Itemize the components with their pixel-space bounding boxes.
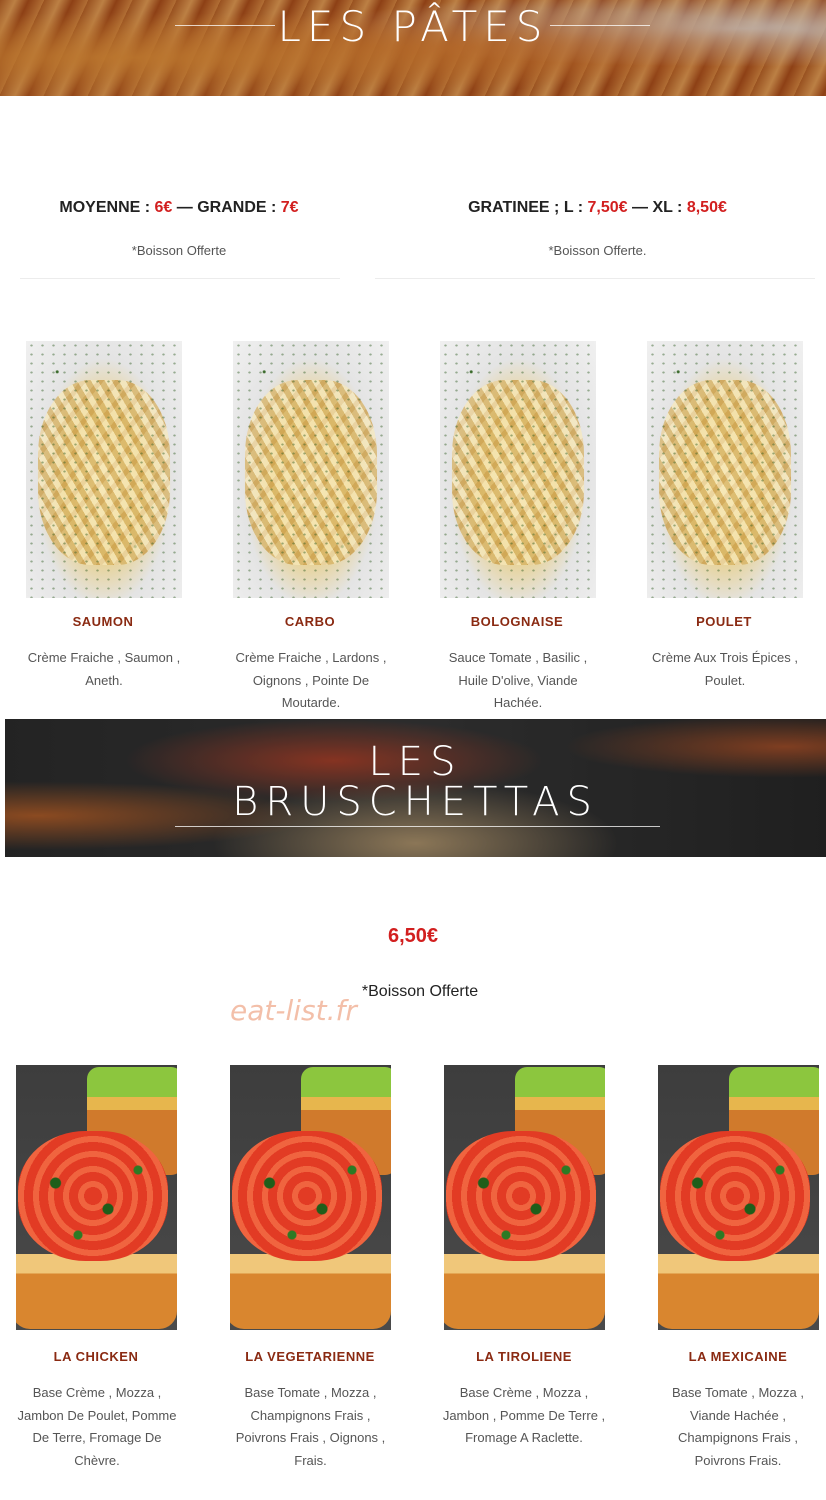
- dish-desc: Crème Aux Trois Épices , Poulet.: [652, 650, 798, 688]
- bruschetta-photo-chicken: [16, 1065, 177, 1330]
- pasta-photo-bolognaise: [440, 341, 596, 598]
- pates-banner: LES PÂTES: [0, 0, 826, 96]
- dish-desc: Base Crème , Mozza , Jambon , Pomme De T…: [442, 1385, 606, 1445]
- l-price: 7,50€: [587, 199, 628, 216]
- pates-title: LES PÂTES: [277, 2, 549, 51]
- dish-desc: Crème Fraiche , Lardons , Oignons , Poin…: [235, 650, 387, 710]
- divider: [375, 278, 815, 279]
- dish-name: POULET: [696, 614, 752, 629]
- pasta-photo-saumon: [26, 341, 182, 598]
- bruschetta-photo-vegetarienne: [230, 1065, 391, 1330]
- dish-name: LA CHICKEN: [53, 1349, 139, 1364]
- bruschettas-banner: LES BRUSCHETTAS: [5, 719, 826, 857]
- banner-divider: [175, 826, 660, 827]
- dish-name: BOLOGNAISE: [470, 614, 564, 629]
- dish-desc: Crème Fraiche , Saumon , Aneth.: [27, 650, 181, 688]
- dish-desc: Sauce Tomate , Basilic , Huile D'olive, …: [448, 650, 588, 710]
- bruschetta-photo-tiroliene: [444, 1065, 605, 1330]
- moyenne-price: 6€: [154, 199, 173, 216]
- pates-note-right: *Boisson Offerte.: [548, 243, 647, 258]
- bruschettas-price: 6,50€: [387, 925, 439, 947]
- dish-name: LA VEGETARIENNE: [245, 1349, 375, 1364]
- pates-note-left: *Boisson Offerte: [131, 243, 227, 258]
- grande-price: 7€: [280, 199, 299, 216]
- dish-name: LA TIROLIENE: [476, 1349, 572, 1364]
- dish-name: SAUMON: [72, 614, 134, 629]
- dish-name: LA MEXICAINE: [688, 1349, 788, 1364]
- pasta-photo-poulet: [647, 341, 803, 598]
- pasta-photo-carbo: [233, 341, 389, 598]
- bruschetta-photo-mexicaine: [658, 1065, 819, 1330]
- divider: [20, 278, 340, 279]
- dish-name: CARBO: [284, 614, 336, 629]
- pates-price-right: GRATINEE ; L : 7,50€ — XL : 8,50€: [440, 199, 755, 217]
- bruschettas-title-line2: BRUSCHETTAS: [232, 779, 599, 825]
- pates-price-left: MOYENNE : 6€ — GRANDE : 7€: [20, 199, 338, 217]
- grande-label: — GRANDE :: [172, 199, 281, 216]
- moyenne-label: MOYENNE :: [59, 199, 155, 216]
- dish-desc: Base Crème , Mozza , Jambon De Poulet, P…: [17, 1385, 177, 1468]
- watermark: eat-list.fr: [230, 994, 357, 1027]
- xl-label: — XL :: [627, 199, 687, 216]
- dish-desc: Base Tomate , Mozza , Viande Hachée , Ch…: [672, 1385, 804, 1468]
- xl-price: 8,50€: [686, 199, 727, 216]
- dish-desc: Base Tomate , Mozza , Champignons Frais …: [235, 1385, 386, 1468]
- gratinee-label: GRATINEE ; L :: [468, 199, 588, 216]
